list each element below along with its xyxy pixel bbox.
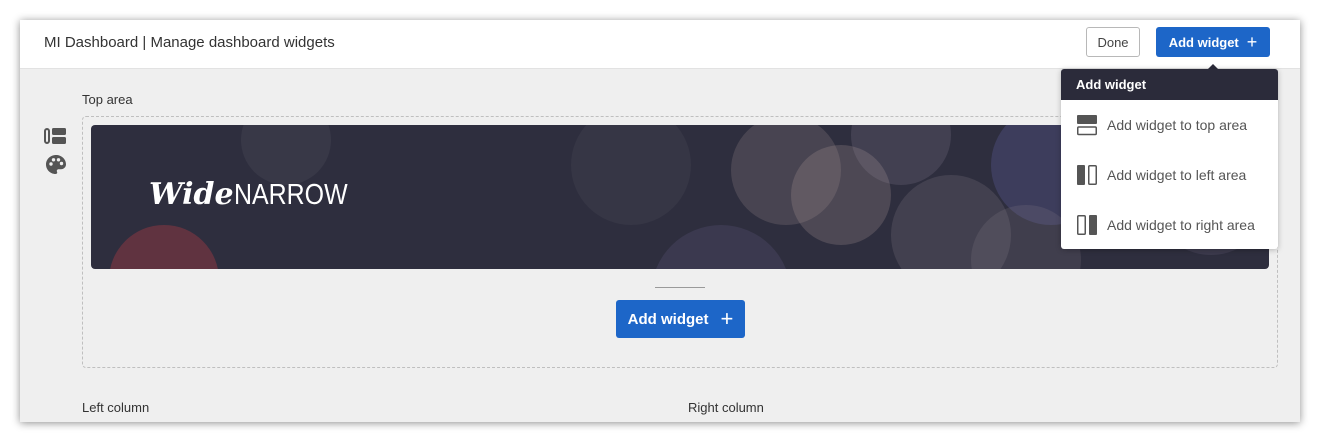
divider bbox=[655, 287, 705, 288]
menu-item-label: Add widget to top area bbox=[1107, 117, 1248, 133]
brand-wide-text: Wide bbox=[149, 177, 234, 212]
bokeh-light bbox=[651, 225, 791, 269]
bokeh-light bbox=[241, 125, 331, 185]
layout-icon[interactable] bbox=[44, 124, 68, 148]
top-area-label: Top area bbox=[82, 92, 133, 107]
menu-item-label: Add widget to left area bbox=[1107, 167, 1247, 183]
right-column-label: Right column bbox=[688, 400, 764, 415]
menu-item-add-top[interactable]: Add widget to top area bbox=[1061, 103, 1278, 147]
bokeh-light bbox=[109, 225, 219, 269]
brand-logo: WideNARROW bbox=[149, 177, 366, 212]
menu-item-label: Add widget to right area bbox=[1107, 217, 1255, 233]
add-widget-menu-label: Add widget bbox=[1168, 34, 1239, 50]
brand-narrow-text: NARROW bbox=[233, 179, 348, 211]
top-area-icon bbox=[1077, 115, 1097, 136]
add-widget-dropdown: Add widget Add widget to top area Add wi… bbox=[1061, 69, 1278, 249]
menu-item-add-left[interactable]: Add widget to left area bbox=[1061, 153, 1278, 197]
right-area-icon bbox=[1077, 215, 1097, 235]
page-title: MI Dashboard | Manage dashboard widgets bbox=[44, 34, 335, 51]
header-bar: MI Dashboard | Manage dashboard widgets … bbox=[20, 20, 1300, 69]
bokeh-light bbox=[571, 125, 691, 225]
plus-icon: + bbox=[1246, 32, 1258, 52]
menu-item-add-right[interactable]: Add widget to right area bbox=[1061, 203, 1278, 247]
plus-icon: + bbox=[720, 306, 734, 331]
done-button[interactable]: Done bbox=[1086, 27, 1140, 57]
app-window: MI Dashboard | Manage dashboard widgets … bbox=[20, 20, 1300, 422]
add-widget-button[interactable]: Add widget + bbox=[616, 300, 745, 338]
palette-icon[interactable] bbox=[44, 153, 68, 177]
add-widget-menu-button[interactable]: Add widget + bbox=[1156, 27, 1270, 57]
left-area-icon bbox=[1077, 165, 1097, 185]
left-column-label: Left column bbox=[82, 400, 150, 415]
dropdown-header: Add widget bbox=[1061, 69, 1278, 100]
add-widget-label: Add widget bbox=[627, 310, 709, 328]
